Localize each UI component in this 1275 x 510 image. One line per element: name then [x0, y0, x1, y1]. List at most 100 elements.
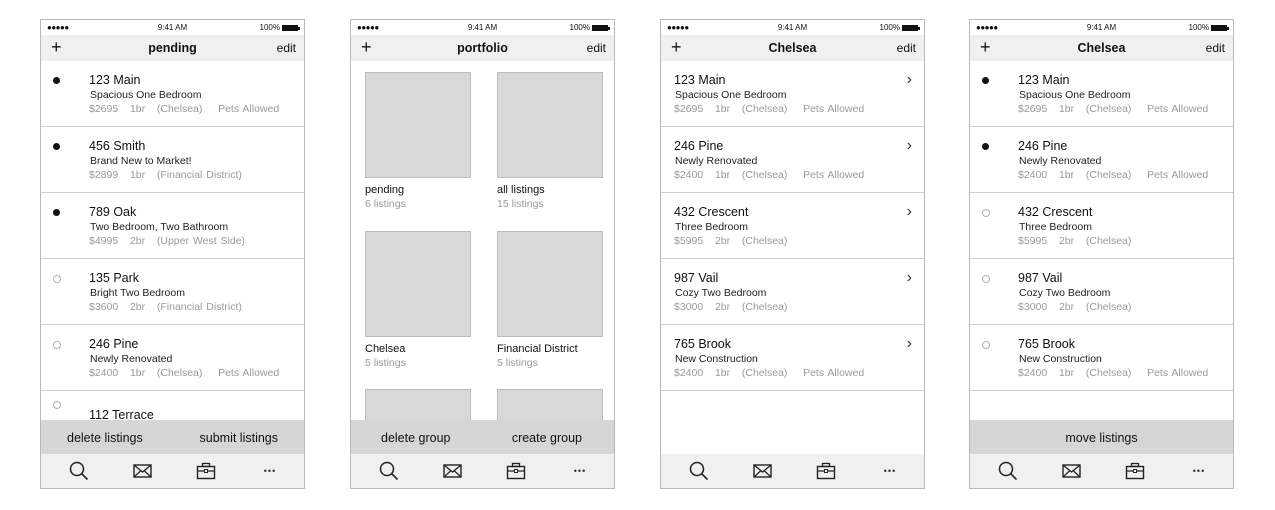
- chevron-right-icon[interactable]: ›: [907, 137, 912, 155]
- create-group-button[interactable]: create group: [512, 431, 582, 445]
- selected-indicator[interactable]: [982, 77, 989, 84]
- group-name: all listings: [497, 184, 545, 196]
- group-tile[interactable]: Financial District 5 listings: [497, 231, 603, 369]
- battery-label: 100%: [259, 23, 280, 32]
- group-thumbnail: [365, 231, 471, 337]
- listing-row[interactable]: 246 Pine Newly Renovated $2400 1br (Chel…: [41, 325, 304, 391]
- status-bar: ●●●●● 9:41 AM 100%: [351, 20, 614, 35]
- selected-indicator[interactable]: [53, 77, 60, 84]
- listing-row[interactable]: 765 Brook New Construction $2400 1br (Ch…: [970, 325, 1233, 391]
- status-bar: ●●●●● 9:41 AM 100%: [970, 20, 1233, 35]
- battery-label: 100%: [879, 23, 900, 32]
- group-thumbnail: [497, 231, 603, 337]
- delete-listings-button[interactable]: delete listings: [67, 431, 143, 445]
- submit-listings-button[interactable]: submit listings: [200, 431, 279, 445]
- briefcase-icon[interactable]: [195, 461, 217, 481]
- listing-meta: $5995 2br (Chelsea): [674, 235, 788, 247]
- more-icon[interactable]: •••: [1188, 461, 1210, 481]
- listing-meta: $2400 1br (Chelsea) Pets Allowed: [1018, 367, 1209, 379]
- group-tile[interactable]: Chelsea 5 listings: [365, 231, 471, 369]
- listing-row[interactable]: 456 Smith Brand New to Market! $2899 1br…: [41, 127, 304, 193]
- more-icon[interactable]: •••: [569, 461, 591, 481]
- briefcase-icon[interactable]: [1124, 461, 1146, 481]
- phone-portfolio: ●●●●● 9:41 AM 100% + portfolio edit pend…: [350, 19, 615, 489]
- listing-description: Three Bedroom: [675, 221, 748, 233]
- group-tile[interactable]: [497, 389, 603, 420]
- phone-pending: ●●●●● 9:41 AM 100% + pending edit 123 Ma…: [40, 19, 305, 489]
- listing-address: 432 Crescent: [1018, 205, 1093, 219]
- phone-chelsea-browse: ●●●●● 9:41 AM 100% + Chelsea edit 123 Ma…: [660, 19, 925, 489]
- listing-meta: $2899 1br (Financial District): [89, 169, 242, 181]
- chevron-right-icon[interactable]: ›: [907, 269, 912, 287]
- listing-meta: $4995 2br (Upper West Side): [89, 235, 246, 247]
- listing-row[interactable]: 246 Pine Newly Renovated $2400 1br (Chel…: [970, 127, 1233, 193]
- chevron-right-icon[interactable]: ›: [907, 335, 912, 353]
- unselected-indicator[interactable]: [982, 209, 990, 217]
- listing-row[interactable]: 432 Crescent Three Bedroom $5995 2br (Ch…: [661, 193, 924, 259]
- mail-icon[interactable]: [752, 461, 774, 481]
- listing-row[interactable]: 987 Vail Cozy Two Bedroom $3000 2br (Che…: [661, 259, 924, 325]
- tab-bar: •••: [351, 454, 614, 488]
- listing-row[interactable]: 789 Oak Two Bedroom, Two Bathroom $4995 …: [41, 193, 304, 259]
- nav-bar: + portfolio edit: [351, 35, 614, 61]
- listing-meta: $2695 1br (Chelsea) Pets Allowed: [1018, 103, 1209, 115]
- search-icon[interactable]: [378, 461, 400, 481]
- listing-row[interactable]: 123 Main Spacious One Bedroom $2695 1br …: [661, 61, 924, 127]
- briefcase-icon[interactable]: [815, 461, 837, 481]
- battery: 100%: [259, 23, 300, 32]
- listing-list: 123 Main Spacious One Bedroom $2695 1br …: [970, 61, 1233, 391]
- briefcase-icon[interactable]: [505, 461, 527, 481]
- listing-row[interactable]: 432 Crescent Three Bedroom $5995 2br (Ch…: [970, 193, 1233, 259]
- listing-row[interactable]: 123 Main Spacious One Bedroom $2695 1br …: [41, 61, 304, 127]
- listing-row[interactable]: 135 Park Bright Two Bedroom $3600 2br (F…: [41, 259, 304, 325]
- selected-indicator[interactable]: [53, 143, 60, 150]
- listing-row[interactable]: 987 Vail Cozy Two Bedroom $3000 2br (Che…: [970, 259, 1233, 325]
- page-title: pending: [148, 41, 197, 55]
- listing-address: 123 Main: [674, 73, 726, 87]
- delete-group-button[interactable]: delete group: [381, 431, 451, 445]
- battery-label: 100%: [569, 23, 590, 32]
- listing-description: Spacious One Bedroom: [1019, 89, 1131, 101]
- unselected-indicator[interactable]: [53, 401, 61, 409]
- action-bar: delete listings submit listings: [41, 420, 304, 456]
- chevron-right-icon[interactable]: ›: [907, 71, 912, 89]
- listing-address: 246 Pine: [89, 337, 139, 351]
- more-icon[interactable]: •••: [259, 461, 281, 481]
- mail-icon[interactable]: [442, 461, 464, 481]
- listing-row[interactable]: 123 Main Spacious One Bedroom $2695 1br …: [970, 61, 1233, 127]
- edit-button[interactable]: edit: [897, 41, 916, 55]
- group-tile[interactable]: pending 6 listings: [365, 72, 471, 210]
- unselected-indicator[interactable]: [53, 341, 61, 349]
- search-icon[interactable]: [688, 461, 710, 481]
- edit-button[interactable]: edit: [277, 41, 296, 55]
- group-tile[interactable]: [365, 389, 471, 420]
- tab-bar: •••: [661, 454, 924, 488]
- group-thumbnail: [497, 389, 603, 420]
- more-icon[interactable]: •••: [879, 461, 901, 481]
- listing-description: Newly Renovated: [675, 155, 758, 167]
- selected-indicator[interactable]: [982, 143, 989, 150]
- listing-description: Spacious One Bedroom: [90, 89, 202, 101]
- listing-description: Brand New to Market!: [90, 155, 192, 167]
- selected-indicator[interactable]: [53, 209, 60, 216]
- search-icon[interactable]: [997, 461, 1019, 481]
- listing-row[interactable]: 246 Pine Newly Renovated $2400 1br (Chel…: [661, 127, 924, 193]
- edit-button[interactable]: edit: [1206, 41, 1225, 55]
- listing-description: New Construction: [1019, 353, 1102, 365]
- battery-label: 100%: [1188, 23, 1209, 32]
- group-count: 5 listings: [497, 357, 538, 369]
- unselected-indicator[interactable]: [982, 275, 990, 283]
- unselected-indicator[interactable]: [982, 341, 990, 349]
- mail-icon[interactable]: [132, 461, 154, 481]
- mail-icon[interactable]: [1061, 461, 1083, 481]
- unselected-indicator[interactable]: [53, 275, 61, 283]
- move-listings-button[interactable]: move listings: [970, 431, 1233, 445]
- listing-row[interactable]: 765 Brook New Construction $2400 1br (Ch…: [661, 325, 924, 391]
- listing-meta: $2400 1br (Chelsea) Pets Allowed: [89, 367, 280, 379]
- group-tile[interactable]: all listings 15 listings: [497, 72, 603, 210]
- listing-meta: $3000 2br (Chelsea): [1018, 301, 1132, 313]
- chevron-right-icon[interactable]: ›: [907, 203, 912, 221]
- listing-address: 123 Main: [89, 73, 141, 87]
- search-icon[interactable]: [68, 461, 90, 481]
- edit-button[interactable]: edit: [587, 41, 606, 55]
